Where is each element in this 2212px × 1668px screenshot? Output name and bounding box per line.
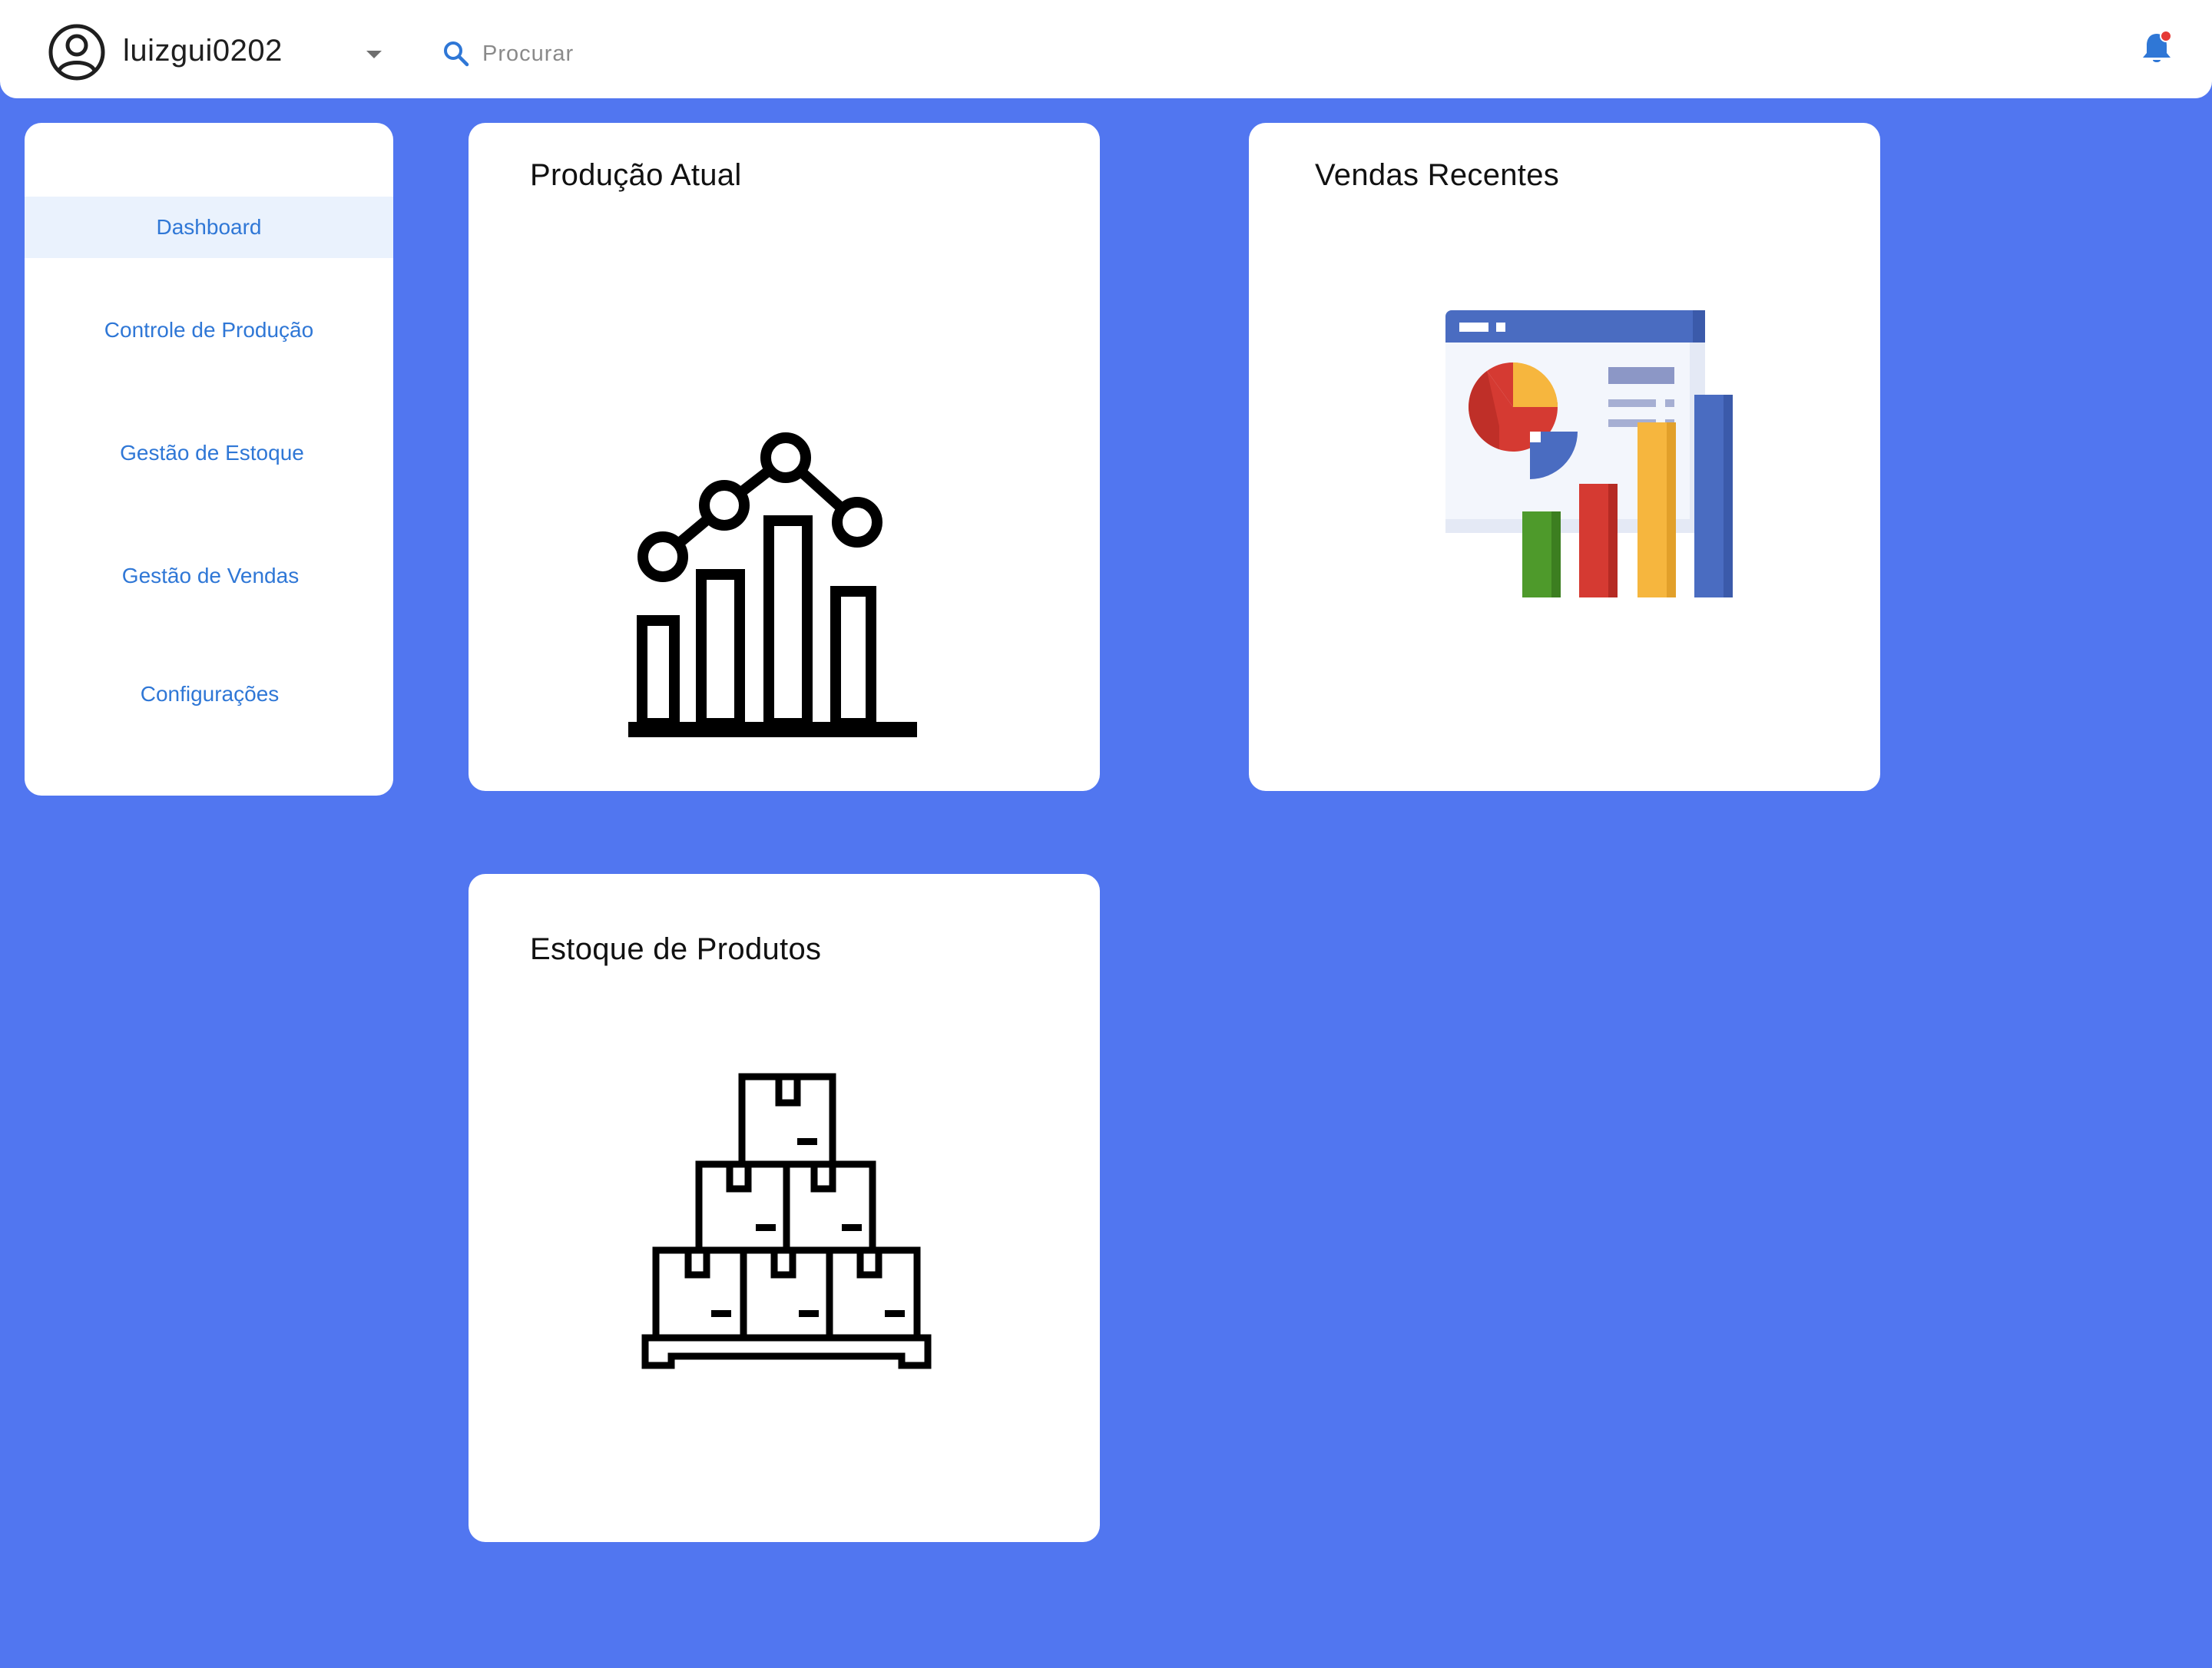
card-title: Vendas Recentes [1315,158,1560,192]
sidebar-item-label: Configurações [140,682,280,706]
sidebar-item-label: Controle de Produção [104,318,314,342]
bell-icon[interactable] [2140,29,2174,66]
sidebar-item-controle-producao[interactable]: Controle de Produção [25,300,393,361]
production-chart-icon [628,432,917,737]
sidebar-item-label: Gestão de Vendas [121,564,300,587]
sidebar-item-configuracoes[interactable]: Configurações [25,664,393,725]
sidebar-item-label: Gestão de Estoque [120,441,304,465]
card-vendas-recentes[interactable]: Vendas Recentes [1249,123,1880,791]
sidebar-item-label: Dashboard [156,215,262,239]
username-label: luizgui0202 [123,34,283,68]
sidebar: Dashboard Controle de Produção Gestão de… [25,123,393,796]
search-input[interactable] [481,32,942,75]
stacked-boxes-pallet-icon [641,1073,932,1369]
notification-dot [2160,30,2172,42]
card-title: Produção Atual [530,158,742,192]
sidebar-item-gestao-estoque[interactable]: Gestão de Estoque [25,422,393,484]
sidebar-item-dashboard[interactable]: Dashboard [25,197,393,258]
search-icon [444,41,469,67]
sidebar-item-gestao-vendas[interactable]: Gestão de Vendas [25,545,393,607]
card-title: Estoque de Produtos [530,932,822,966]
card-estoque-produtos[interactable]: Estoque de Produtos [469,874,1100,1542]
card-producao-atual[interactable]: Produção Atual [469,123,1100,791]
top-bar: luizgui0202 [0,0,2212,98]
account-circle-icon[interactable] [48,23,106,81]
sales-dashboard-illustration [1445,310,1733,597]
chevron-down-icon[interactable] [361,45,387,63]
